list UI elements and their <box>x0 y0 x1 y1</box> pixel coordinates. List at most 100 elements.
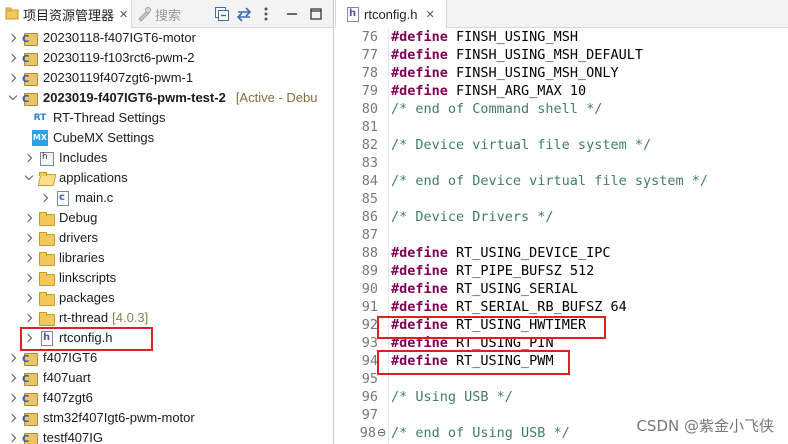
tab-search[interactable]: 搜索 <box>134 0 194 28</box>
code-line: /* Device Drivers */ <box>391 209 554 225</box>
maximize-icon[interactable] <box>308 6 324 22</box>
line-number-gutter: 76 77 78 79 80 81 82 83 84 85 86 87 88 8… <box>335 28 389 444</box>
tree-item-label: Debug <box>59 210 98 225</box>
view-menu-icon[interactable] <box>258 6 274 22</box>
tree-item-applications[interactable]: applications <box>0 168 333 188</box>
tree-item-project[interactable]: 20230119-f103rct6-pwm-2 <box>0 48 333 68</box>
tree-item-cubemx-settings[interactable]: MX CubeMX Settings <box>0 128 333 148</box>
code-line: #define RT_USING_SERIAL <box>391 281 578 297</box>
line-number: 85 <box>361 191 378 207</box>
project-icon <box>22 370 38 386</box>
c-file-icon <box>54 190 70 206</box>
close-icon[interactable]: ✕ <box>425 8 434 21</box>
tab-rtconfig-h[interactable]: rtconfig.h ✕ <box>335 0 447 28</box>
folder-icon <box>38 310 55 326</box>
tree-item-folder[interactable]: packages <box>0 288 333 308</box>
project-icon <box>22 50 38 66</box>
chevron-right-icon[interactable] <box>8 393 18 403</box>
minimize-icon[interactable] <box>284 6 300 22</box>
chevron-down-icon[interactable] <box>24 173 34 183</box>
chevron-right-icon[interactable] <box>24 293 34 303</box>
line-number: 77 <box>361 47 378 63</box>
line-number: 93 <box>361 335 378 351</box>
code-editor[interactable]: 76 77 78 79 80 81 82 83 84 85 86 87 88 8… <box>335 28 788 444</box>
tree-item-label: rt-thread <box>59 310 109 325</box>
h-file-icon <box>344 6 360 22</box>
tab-project-explorer[interactable]: 项目资源管理器 ✕ <box>0 0 132 28</box>
tree-item-main-c[interactable]: main.c <box>0 188 333 208</box>
tree-item-project[interactable]: testf407IG <box>0 428 333 444</box>
line-number: 79 <box>361 83 378 99</box>
tree-item-label: main.c <box>75 190 114 205</box>
project-icon <box>22 70 38 86</box>
chevron-right-icon[interactable] <box>24 233 34 243</box>
project-explorer-icon <box>4 6 20 22</box>
tree-item-label: 20230118-f407IGT6-motor <box>43 30 196 45</box>
collapse-all-icon[interactable] <box>214 6 230 22</box>
chevron-right-icon[interactable] <box>8 73 18 83</box>
folder-icon <box>38 250 55 266</box>
fold-collapse-icon[interactable]: ⊖ <box>377 425 386 441</box>
chevron-right-icon[interactable] <box>24 273 34 283</box>
cubemx-icon: MX <box>32 130 48 146</box>
chevron-right-icon[interactable] <box>8 33 18 43</box>
tree-item-label: drivers <box>59 230 99 245</box>
code-line: #define FINSH_USING_MSH <box>391 29 578 45</box>
project-icon <box>22 390 38 406</box>
tree-item-folder[interactable]: drivers <box>0 228 333 248</box>
tree-item-folder[interactable]: linkscripts <box>0 268 333 288</box>
line-number: 94 <box>361 353 378 369</box>
tree-item-rt-thread-settings[interactable]: RT RT-Thread Settings <box>0 108 333 128</box>
code-line: #define RT_PIPE_BUFSZ 512 <box>391 263 595 279</box>
line-number: 80 <box>361 101 378 117</box>
watermark: CSDN @紫金小飞侠 <box>636 417 774 435</box>
tree-item-project[interactable]: 20230119f407zgt6-pwm-1 <box>0 68 333 88</box>
editor-pane: rtconfig.h ✕ 76 77 78 79 80 81 82 83 84 … <box>335 0 788 444</box>
chevron-right-icon[interactable] <box>8 353 18 363</box>
tree-item-project[interactable]: f407IGT6 <box>0 348 333 368</box>
chevron-right-icon[interactable] <box>8 53 18 63</box>
chevron-right-icon[interactable] <box>8 433 18 443</box>
code-line: /* Using USB */ <box>391 389 513 405</box>
line-number: 83 <box>361 155 378 171</box>
project-icon <box>22 410 38 426</box>
folder-open-icon <box>38 170 54 186</box>
chevron-right-icon[interactable] <box>8 373 18 383</box>
chevron-right-icon[interactable] <box>24 153 34 163</box>
tree-item-project[interactable]: f407zgt6 <box>0 388 333 408</box>
version-badge: [4.0.3] <box>112 310 149 325</box>
tree-item-folder[interactable]: rt-thread [4.0.3] <box>0 308 333 328</box>
line-number: 81 <box>361 119 378 135</box>
tree-item-label: f407uart <box>43 370 91 385</box>
project-icon <box>22 90 38 106</box>
tree-item-folder[interactable]: libraries <box>0 248 333 268</box>
project-icon <box>22 350 38 366</box>
chevron-right-icon[interactable] <box>24 213 34 223</box>
tab-rtconfig-label: rtconfig.h <box>364 6 418 22</box>
tree-item-active-project[interactable]: 2023019-f407IGT6-pwm-test-2 [Active - De… <box>0 88 333 108</box>
tree-item-label: stm32f407Igt6-pwm-motor <box>43 410 195 425</box>
tree-item-includes[interactable]: Includes <box>0 148 333 168</box>
line-number: 76 <box>361 29 378 45</box>
chevron-right-icon[interactable] <box>24 313 34 323</box>
chevron-right-icon[interactable] <box>40 193 50 203</box>
rt-thread-icon: RT <box>33 113 47 123</box>
line-number: 84 <box>361 173 378 189</box>
link-with-editor-icon[interactable] <box>236 6 252 22</box>
chevron-right-icon[interactable] <box>24 253 34 263</box>
project-icon <box>22 430 38 444</box>
project-icon <box>22 30 38 46</box>
code-line: #define RT_USING_DEVICE_IPC <box>391 245 611 261</box>
chevron-right-icon[interactable] <box>8 413 18 423</box>
line-number: 88 <box>361 245 378 261</box>
tree-item-label: packages <box>59 290 115 305</box>
tree-item-label: testf407IG <box>43 430 103 444</box>
tree-item-project[interactable]: 20230118-f407IGT6-motor <box>0 28 333 48</box>
close-icon[interactable]: ✕ <box>119 8 128 21</box>
tree-item-project[interactable]: stm32f407Igt6-pwm-motor <box>0 408 333 428</box>
code-line: #define FINSH_ARG_MAX 10 <box>391 83 587 99</box>
tree-item-project[interactable]: f407uart <box>0 368 333 388</box>
chevron-down-icon[interactable] <box>8 93 18 103</box>
tree-item-folder[interactable]: Debug <box>0 208 333 228</box>
folder-icon <box>38 210 55 226</box>
